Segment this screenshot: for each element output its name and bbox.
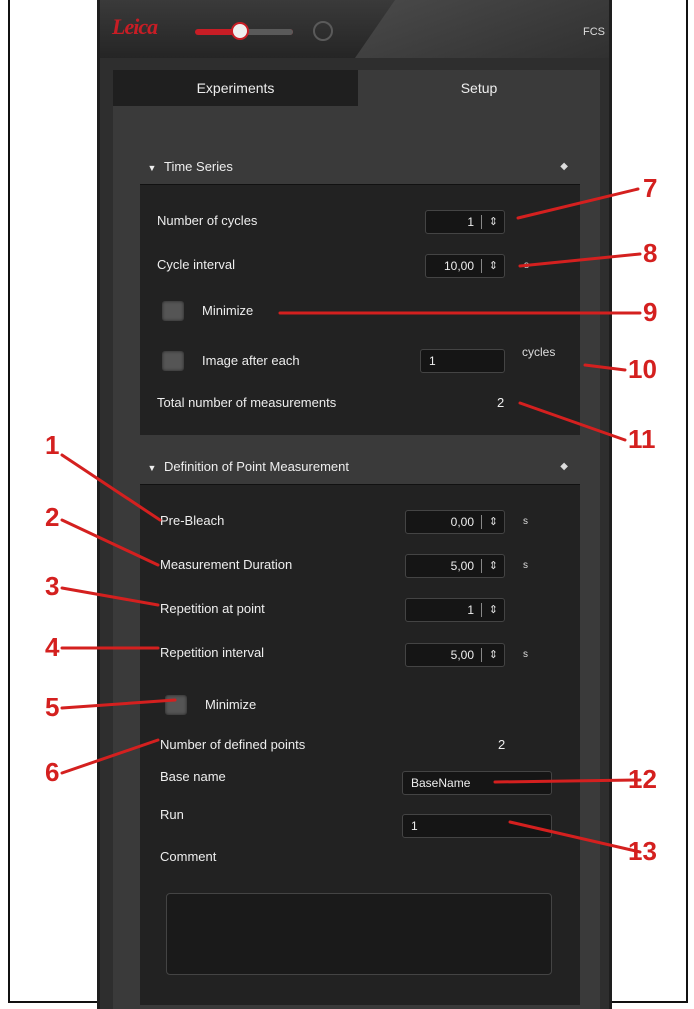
- callout-3: 3: [45, 571, 60, 601]
- callout-13: 13: [628, 836, 657, 866]
- callout-12: 12: [628, 764, 657, 794]
- callout-11: 11: [628, 424, 656, 454]
- callout-8: 8: [643, 238, 658, 268]
- callout-10: 10: [628, 354, 657, 384]
- callout-6: 6: [45, 757, 60, 787]
- callout-4: 4: [45, 632, 60, 662]
- callout-7: 7: [643, 173, 658, 203]
- callout-1: 1: [45, 430, 60, 460]
- callout-2: 2: [45, 502, 60, 532]
- callout-lines: [60, 187, 642, 854]
- callout-5: 5: [45, 692, 60, 722]
- callout-9: 9: [643, 297, 658, 327]
